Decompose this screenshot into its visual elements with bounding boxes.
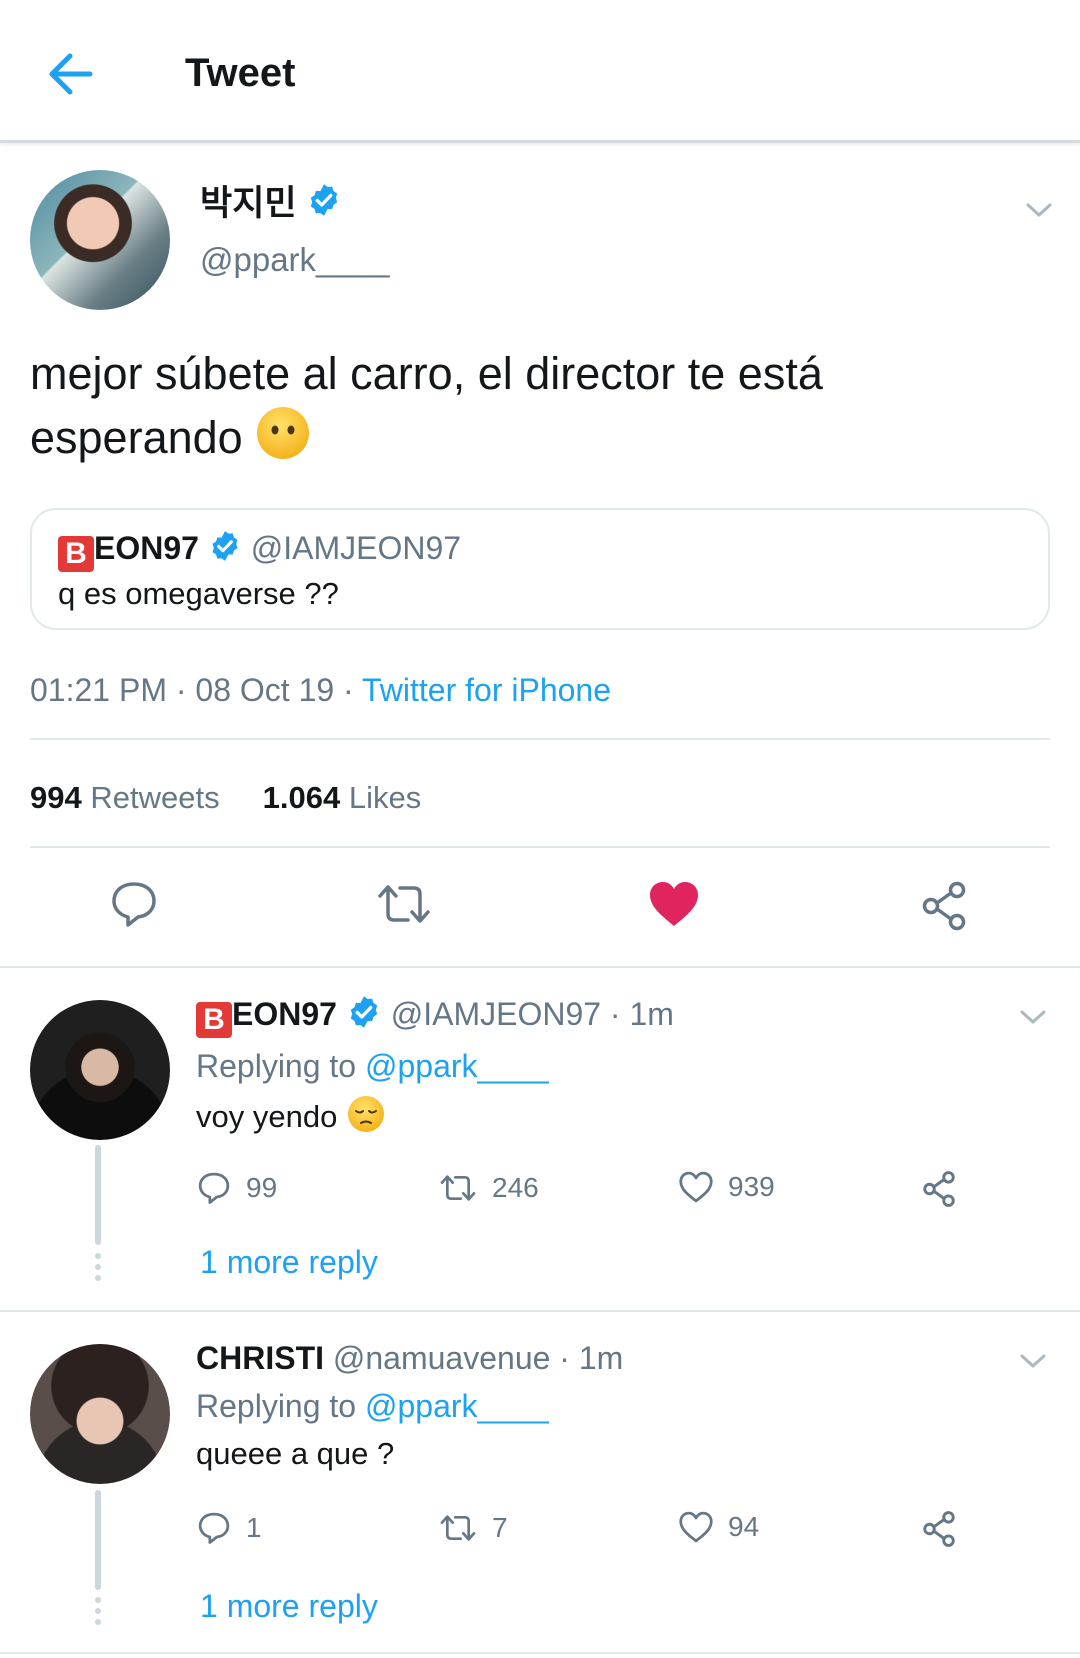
back-arrow-icon[interactable] (44, 48, 96, 100)
reply-body: voy yendo (196, 1099, 338, 1135)
reply-text: voy yendo (196, 1094, 386, 1144)
verified-badge-icon (306, 182, 342, 229)
quoted-tweet-header: B EON97 @IAMJEON97 (58, 528, 461, 572)
reply-avatar[interactable] (30, 1000, 170, 1140)
divider (0, 1310, 1080, 1312)
replying-to: Replying to @ppark____ (196, 1386, 549, 1426)
verified-badge-icon (346, 994, 382, 1039)
quoted-author-handle: @IAMJEON97 (250, 530, 462, 566)
like-count-button[interactable]: 939 (678, 1170, 775, 1204)
author-handle: @ppark____ (200, 241, 390, 278)
page-title: Tweet (185, 51, 296, 95)
reply-header[interactable]: B EON97 @IAMJEON97 · 1m (196, 994, 674, 1039)
tweet-stats: 994 Retweets 1.064 Likes (30, 778, 421, 818)
reply-count: 99 (246, 1172, 278, 1203)
reply-avatar[interactable] (30, 1344, 170, 1484)
replying-to-label: Replying to (196, 1388, 357, 1424)
more-reply-link[interactable]: 1 more reply (200, 1242, 378, 1282)
like-count: 94 (728, 1511, 760, 1542)
quoted-tweet-card[interactable]: B EON97 @IAMJEON97 q es omegaverse ?? (30, 508, 1050, 630)
chevron-down-icon[interactable] (1016, 1000, 1050, 1034)
retweets-label: Retweets (90, 780, 220, 815)
retweet-count: 7 (492, 1512, 508, 1543)
author-name-row[interactable]: 박지민 (200, 182, 342, 229)
retweet-button[interactable] (374, 878, 434, 935)
thread-line (95, 1145, 101, 1245)
reply-header[interactable]: CHRISTI @namuavenue · 1m (196, 1338, 623, 1378)
reply-text: queee a que ? (196, 1436, 395, 1471)
thread-dots (95, 1597, 101, 1630)
chevron-down-icon[interactable] (1016, 1344, 1050, 1378)
thread-dots (95, 1253, 101, 1286)
top-bar: Tweet (0, 0, 1080, 143)
likes-count: 1.064 (262, 780, 341, 815)
divider (0, 966, 1080, 968)
tweet-body: mejor súbete al carro, el director te es… (30, 348, 823, 463)
replying-to: Replying to @ppark____ (196, 1046, 549, 1086)
tweet-timestamp: 01:21 PM · 08 Oct 19 · Twitter for iPhon… (30, 672, 612, 708)
retweets-stat[interactable]: 994 Retweets (30, 780, 220, 815)
replying-to-handle-link[interactable]: @ppark____ (365, 1048, 549, 1084)
retweets-count: 994 (30, 780, 82, 815)
likes-stat[interactable]: 1.064 Likes (263, 780, 422, 815)
divider (30, 738, 1050, 740)
quoted-author-name: EON97 (94, 530, 199, 566)
pensive-face-emoji-icon (346, 1094, 386, 1144)
retweet-count-button[interactable]: 7 (438, 1510, 508, 1546)
author-avatar[interactable] (30, 170, 170, 310)
share-icon[interactable] (918, 880, 970, 937)
reply-author-handle: @IAMJEON97 (390, 996, 602, 1032)
like-count: 939 (728, 1171, 775, 1202)
tweet-date: 08 Oct 19 (195, 672, 335, 708)
retweet-count: 246 (492, 1172, 539, 1203)
reply-button[interactable] (108, 878, 160, 935)
neutral-face-no-mouth-emoji-icon (255, 405, 311, 477)
replying-to-label: Replying to (196, 1048, 357, 1084)
verified-badge-icon (208, 529, 242, 572)
tweet-text: mejor súbete al carro, el director te es… (30, 342, 1040, 477)
share-icon[interactable] (920, 1170, 958, 1208)
reply-count-button[interactable]: 1 (196, 1510, 262, 1546)
reply-author-name: EON97 (232, 996, 337, 1032)
quoted-tweet-text: q es omegaverse ?? (58, 576, 339, 611)
thread-line (95, 1490, 101, 1590)
like-count-button[interactable]: 94 (678, 1510, 759, 1544)
likes-label: Likes (348, 780, 422, 815)
reply-count: 1 (246, 1512, 262, 1543)
tweet-time: 01:21 PM (30, 672, 167, 708)
b-letter-badge-icon: B (196, 1002, 232, 1038)
b-letter-badge-icon: B (58, 536, 94, 572)
divider (30, 846, 1050, 848)
reply-count-button[interactable]: 99 (196, 1170, 277, 1206)
replying-to-handle-link[interactable]: @ppark____ (365, 1388, 549, 1424)
reply-author-handle: @namuavenue (332, 1340, 551, 1376)
reply-author-name: CHRISTI (196, 1340, 324, 1376)
author-name: 박지민 (200, 184, 297, 223)
share-icon[interactable] (920, 1510, 958, 1548)
retweet-count-button[interactable]: 246 (438, 1170, 539, 1206)
chevron-down-icon[interactable] (1022, 193, 1056, 227)
tweet-source-link[interactable]: Twitter for iPhone (362, 672, 611, 708)
more-reply-link[interactable]: 1 more reply (200, 1586, 378, 1626)
reply-time: · 1m (609, 996, 674, 1032)
like-button-filled-heart-icon[interactable] (648, 880, 700, 933)
reply-time: · 1m (559, 1340, 624, 1376)
divider (0, 1652, 1080, 1654)
